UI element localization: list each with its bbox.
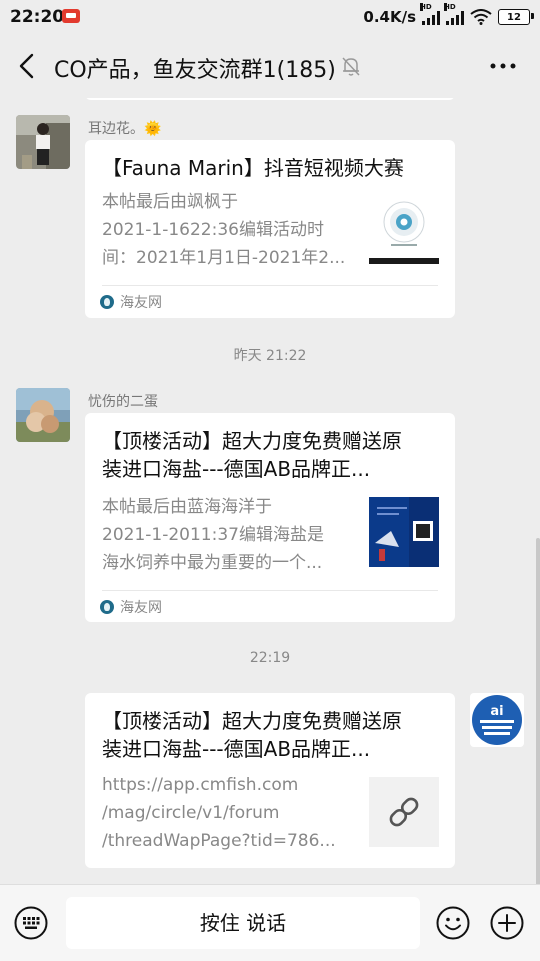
more-icon[interactable] bbox=[488, 54, 518, 78]
my-avatar[interactable]: ai bbox=[470, 693, 524, 747]
link-icon bbox=[389, 797, 419, 827]
avatar[interactable] bbox=[16, 115, 70, 169]
chat-message-list[interactable]: 耳边花。🌞 【Fauna Marin】抖音短视频大赛 本帖最后由飒枫于 2021… bbox=[0, 98, 540, 884]
link-thumbnail bbox=[369, 777, 439, 847]
battery-icon: 12 bbox=[498, 9, 534, 25]
source-icon bbox=[100, 295, 114, 309]
avatar[interactable] bbox=[16, 388, 70, 442]
card-url: https://app.cmfish.com /mag/circle/v1/fo… bbox=[102, 775, 336, 851]
card-divider bbox=[102, 285, 438, 286]
scrollbar[interactable] bbox=[536, 538, 540, 884]
card-source: 海友网 bbox=[100, 597, 162, 617]
signal-icon-2: HD bbox=[444, 3, 464, 25]
card-title: 【Fauna Marin】抖音短视频大赛 bbox=[102, 156, 404, 180]
keyboard-icon[interactable] bbox=[14, 906, 48, 940]
sender-name: 忧伤的二蛋 bbox=[88, 394, 158, 410]
card-thumbnail bbox=[369, 497, 439, 567]
message-timestamp: 昨天 21:22 bbox=[233, 348, 307, 364]
source-name: 海友网 bbox=[120, 600, 162, 616]
hold-to-talk-button[interactable]: 按住 说话 bbox=[66, 897, 420, 949]
card-divider bbox=[102, 590, 438, 591]
signal-icon: HD bbox=[420, 3, 440, 25]
input-bar: 按住 说话 bbox=[0, 884, 540, 961]
shared-link-card[interactable]: 【顶楼活动】超大力度免费赠送原 装进口海盐---德国AB品牌正... https… bbox=[85, 693, 455, 868]
network-speed: 0.4K/s bbox=[363, 8, 416, 26]
card-title: 【顶楼活动】超大力度免费赠送原 装进口海盐---德国AB品牌正... bbox=[102, 709, 402, 761]
back-icon[interactable] bbox=[16, 52, 40, 80]
svg-text:ai: ai bbox=[490, 704, 503, 719]
bell-muted-icon bbox=[342, 57, 360, 76]
shared-link-card[interactable]: 【Fauna Marin】抖音短视频大赛 本帖最后由飒枫于 2021-1-162… bbox=[85, 140, 455, 318]
battery-level: 12 bbox=[507, 11, 521, 23]
sender-name: 耳边花。🌞 bbox=[88, 121, 162, 137]
card-description: 本帖最后由蓝海海洋于 2021-1-2011:37编辑海盐是 海水饲养中最为重要… bbox=[102, 497, 324, 573]
emoji-icon[interactable] bbox=[436, 906, 470, 940]
plus-icon[interactable] bbox=[490, 906, 524, 940]
wifi-icon bbox=[470, 9, 492, 25]
card-description: 本帖最后由飒枫于 2021-1-1622:36编辑活动时 间：2021年1月1日… bbox=[102, 192, 346, 268]
message-timestamp: 22:19 bbox=[249, 650, 291, 666]
chat-title: CO产品，鱼友交流群1(185) bbox=[54, 58, 336, 83]
chat-header: CO产品，鱼友交流群1(185) bbox=[0, 34, 540, 98]
status-indicators: 0.4K/s HD HD 12 bbox=[363, 3, 534, 27]
notification-app-icon bbox=[62, 9, 80, 23]
source-name: 海友网 bbox=[120, 295, 162, 311]
source-icon bbox=[100, 600, 114, 614]
shared-link-card[interactable]: 【顶楼活动】超大力度免费赠送原 装进口海盐---德国AB品牌正... 本帖最后由… bbox=[85, 413, 455, 622]
card-source: 海友网 bbox=[100, 292, 162, 312]
card-thumbnail bbox=[369, 194, 439, 264]
status-time: 22:20 bbox=[10, 7, 65, 27]
previous-message-card[interactable] bbox=[85, 98, 455, 100]
card-title: 【顶楼活动】超大力度免费赠送原 装进口海盐---德国AB品牌正... bbox=[102, 429, 402, 481]
status-bar: 22:20 0.4K/s HD HD 12 bbox=[0, 0, 540, 34]
